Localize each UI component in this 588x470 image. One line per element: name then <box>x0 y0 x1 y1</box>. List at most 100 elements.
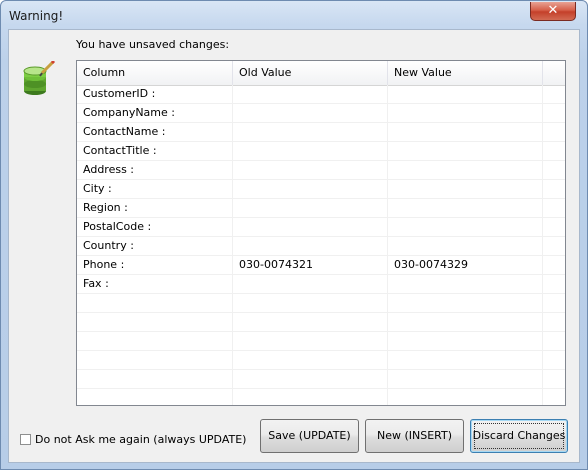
table-row[interactable] <box>77 389 565 405</box>
table-row[interactable] <box>77 370 565 389</box>
table-cell-new-value <box>388 199 543 217</box>
table-row[interactable] <box>77 294 565 313</box>
table-cell-old-value <box>233 294 388 312</box>
table-cell-old-value <box>233 370 388 388</box>
table-cell-filler <box>543 389 565 405</box>
table-cell-old-value <box>233 85 388 103</box>
table-row[interactable] <box>77 351 565 370</box>
table-cell-filler <box>543 85 565 103</box>
table-cell-new-value <box>388 180 543 198</box>
table-cell-filler <box>543 237 565 255</box>
table-cell-filler <box>543 142 565 160</box>
table-cell-old-value <box>233 104 388 122</box>
table-cell-filler <box>543 180 565 198</box>
table-cell-old-value <box>233 389 388 405</box>
table-cell-old-value <box>233 123 388 141</box>
table-cell-new-value <box>388 85 543 103</box>
dialog-body: You have unsaved changes: Column Old Val… <box>8 29 580 463</box>
table-row[interactable]: CompanyName : <box>77 104 565 123</box>
table-cell-new-value <box>388 142 543 160</box>
close-icon: ✕ <box>547 3 559 18</box>
table-cell-filler <box>543 332 565 350</box>
table-cell-column <box>77 332 233 350</box>
table-cell-new-value <box>388 237 543 255</box>
table-cell-filler <box>543 275 565 293</box>
table-cell-new-value <box>388 332 543 350</box>
table-row[interactable]: Region : <box>77 199 565 218</box>
table-cell-new-value: 030-0074329 <box>388 256 543 274</box>
table-cell-column <box>77 389 233 405</box>
table-cell-old-value <box>233 313 388 331</box>
table-cell-column <box>77 313 233 331</box>
table-cell-new-value <box>388 218 543 236</box>
column-header-old-value[interactable]: Old Value <box>233 61 388 85</box>
table-cell-filler <box>543 256 565 274</box>
table-cell-column: Phone : <box>77 256 233 274</box>
save-update-button[interactable]: Save (UPDATE) <box>260 419 359 453</box>
table-cell-new-value <box>388 104 543 122</box>
table-cell-filler <box>543 199 565 217</box>
table-cell-old-value <box>233 275 388 293</box>
table-row[interactable]: City : <box>77 180 565 199</box>
database-edit-icon <box>23 61 56 95</box>
table-cell-column: Address : <box>77 161 233 179</box>
column-header-column[interactable]: Column <box>77 61 233 85</box>
changes-grid[interactable]: Column Old Value New Value CustomerID :C… <box>76 60 566 406</box>
do-not-ask-checkbox[interactable] <box>20 434 31 445</box>
table-cell-new-value <box>388 313 543 331</box>
title-bar[interactable]: Warning! ✕ <box>1 1 587 29</box>
table-cell-column: City : <box>77 180 233 198</box>
table-row[interactable] <box>77 332 565 351</box>
discard-changes-button[interactable]: Discard Changes <box>470 419 568 453</box>
table-cell-old-value <box>233 142 388 160</box>
table-cell-new-value <box>388 370 543 388</box>
message-text: You have unsaved changes: <box>76 38 230 51</box>
table-cell-new-value <box>388 389 543 405</box>
new-insert-button[interactable]: New (INSERT) <box>365 419 464 453</box>
table-cell-column <box>77 351 233 369</box>
do-not-ask-label[interactable]: Do not Ask me again (always UPDATE) <box>35 433 246 446</box>
window-title: Warning! <box>9 9 64 23</box>
table-cell-new-value <box>388 294 543 312</box>
close-button[interactable]: ✕ <box>530 2 576 21</box>
table-cell-filler <box>543 294 565 312</box>
table-cell-filler <box>543 104 565 122</box>
warning-dialog: Warning! ✕ You have unsaved changes: Col… <box>0 0 588 470</box>
column-header-new-value[interactable]: New Value <box>388 61 543 85</box>
table-cell-new-value <box>388 123 543 141</box>
table-cell-old-value <box>233 351 388 369</box>
table-cell-column: Country : <box>77 237 233 255</box>
table-cell-old-value <box>233 161 388 179</box>
table-row[interactable]: Phone :030-0074321 030-0074329 <box>77 256 565 275</box>
table-cell-old-value <box>233 332 388 350</box>
table-row[interactable]: PostalCode : <box>77 218 565 237</box>
table-cell-old-value: 030-0074321 <box>233 256 388 274</box>
table-cell-new-value <box>388 275 543 293</box>
table-cell-column <box>77 370 233 388</box>
table-cell-filler <box>543 161 565 179</box>
table-cell-filler <box>543 313 565 331</box>
grid-header: Column Old Value New Value <box>77 61 565 86</box>
table-cell-column: CompanyName : <box>77 104 233 122</box>
table-row[interactable] <box>77 313 565 332</box>
grid-rows: CustomerID : CompanyName : ContactName : Co… <box>77 85 565 405</box>
table-cell-filler <box>543 123 565 141</box>
table-cell-column: ContactTitle : <box>77 142 233 160</box>
table-row[interactable]: CustomerID : <box>77 85 565 104</box>
table-row[interactable]: Address : <box>77 161 565 180</box>
table-cell-new-value <box>388 351 543 369</box>
table-cell-filler <box>543 218 565 236</box>
table-cell-filler <box>543 370 565 388</box>
table-cell-old-value <box>233 180 388 198</box>
table-row[interactable]: ContactTitle : <box>77 142 565 161</box>
table-cell-column: CustomerID : <box>77 85 233 103</box>
table-row[interactable]: ContactName : <box>77 123 565 142</box>
table-row[interactable]: Country : <box>77 237 565 256</box>
table-cell-column: PostalCode : <box>77 218 233 236</box>
table-cell-filler <box>543 351 565 369</box>
table-row[interactable]: Fax : <box>77 275 565 294</box>
table-cell-new-value <box>388 161 543 179</box>
table-cell-old-value <box>233 199 388 217</box>
table-cell-column <box>77 294 233 312</box>
table-cell-old-value <box>233 218 388 236</box>
